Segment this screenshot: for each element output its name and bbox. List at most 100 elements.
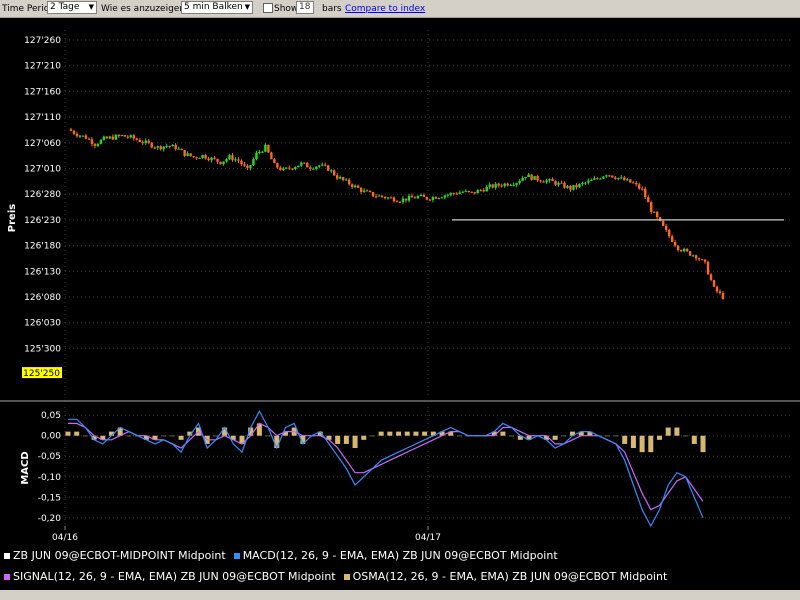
candle-body (126, 136, 130, 138)
bars-count-input[interactable]: 18 (296, 1, 314, 14)
candle-body (626, 179, 629, 181)
candle-body (554, 181, 557, 185)
candle-body (153, 147, 156, 149)
price-tick-label: 126'280 (24, 190, 61, 200)
candle-body (458, 192, 462, 195)
candle-body (282, 168, 285, 171)
candle-body (596, 178, 599, 180)
legend-swatch (343, 574, 350, 580)
legend-item: OSMA(12, 26, 9 - EMA, EMA) ZB JUN 09@ECB… (343, 570, 668, 583)
compare-to-index-link[interactable]: Compare to index (345, 4, 425, 14)
show-label: Show (274, 4, 299, 14)
candle-body (527, 174, 530, 178)
candle-body (494, 183, 497, 188)
candle-body (213, 157, 216, 159)
macd-tick-label: -0,10 (38, 473, 62, 483)
candle-body (150, 142, 153, 148)
candle-body (114, 135, 118, 140)
candle-body (694, 255, 698, 259)
candle-body (569, 185, 572, 190)
candle-body (300, 162, 303, 166)
candle-body (685, 248, 689, 252)
candle-body (261, 151, 264, 153)
candle-body (644, 188, 647, 198)
candle-body (611, 175, 614, 178)
candle-body (285, 167, 288, 169)
candle-body (318, 165, 321, 167)
candle-body (718, 291, 722, 293)
legend-label: ZB JUN 09@ECBOT-MIDPOINT Midpoint (13, 549, 226, 562)
candle-body (159, 146, 162, 150)
legend-swatch (4, 553, 10, 559)
candle-body (715, 286, 719, 292)
osma-bar (161, 435, 167, 437)
candle-body (329, 170, 333, 172)
macd-tick-label: -0,15 (38, 493, 61, 503)
display-mode-select[interactable]: 5 min Balken ▼ (181, 1, 253, 14)
macd-tick-label: -0,20 (38, 514, 62, 524)
candle-body (476, 190, 479, 194)
candle-body (362, 190, 366, 192)
candle-body (602, 176, 605, 179)
price-tick-label: 126'130 (24, 267, 61, 277)
candle-body (192, 156, 195, 158)
candle-body (84, 135, 88, 139)
candle-body (557, 182, 560, 185)
candle-body (464, 190, 467, 192)
candle-body (222, 161, 225, 165)
legend-label: OSMA(12, 26, 9 - EMA, EMA) ZB JUN 09@ECB… (352, 570, 668, 583)
osma-bar (509, 435, 515, 437)
candle-body (721, 292, 725, 299)
candle-body (180, 148, 183, 151)
candle-body (105, 136, 109, 139)
osma-bar (169, 435, 175, 437)
candle-body (204, 154, 207, 159)
horizontal-scrollbar[interactable] (0, 590, 800, 600)
osma-bar (604, 435, 610, 437)
candle-body (697, 258, 701, 260)
osma-bar (126, 435, 132, 437)
candle-body (297, 165, 300, 168)
candle-body (664, 225, 668, 231)
candle-body (512, 184, 515, 186)
candle-body (497, 183, 500, 186)
candle-body (587, 180, 590, 183)
candle-body (141, 142, 144, 144)
candle-body (608, 175, 611, 177)
time-period-select[interactable]: 2 Tage ▼ (47, 1, 97, 14)
candle-body (617, 177, 620, 179)
osma-bar (378, 431, 384, 436)
osma-bar (500, 431, 506, 436)
candle-body (171, 144, 174, 147)
candle-body (359, 187, 363, 192)
candle-body (380, 195, 384, 197)
show-checkbox[interactable] (263, 3, 273, 13)
osma-bar (456, 435, 462, 437)
macd-axis-label: MACD (20, 451, 31, 484)
candle-body (700, 259, 704, 261)
candle-body (676, 245, 680, 251)
candle-body (377, 195, 381, 197)
candle-body (321, 164, 324, 166)
candle-body (198, 157, 201, 159)
osma-bar (343, 435, 349, 444)
candle-body (69, 129, 73, 131)
candle-body (635, 182, 638, 185)
candle-body (111, 136, 115, 140)
candle-body (398, 201, 402, 203)
candle-body (353, 185, 357, 188)
candle-body (174, 144, 177, 150)
osma-bar (213, 435, 219, 437)
candle-body (647, 197, 650, 203)
candle-body (294, 167, 297, 170)
current-price-label: 125'250 (23, 369, 60, 379)
candle-body (422, 195, 426, 197)
osma-bar (178, 435, 184, 440)
osma-bar (561, 435, 567, 437)
osma-bar (361, 435, 367, 440)
candle-body (443, 195, 447, 198)
candle-body (623, 177, 626, 181)
candle-body (551, 179, 554, 182)
legend-item: SIGNAL(12, 26, 9 - EMA, EMA) ZB JUN 09@E… (4, 570, 336, 583)
candle-body (315, 166, 318, 169)
